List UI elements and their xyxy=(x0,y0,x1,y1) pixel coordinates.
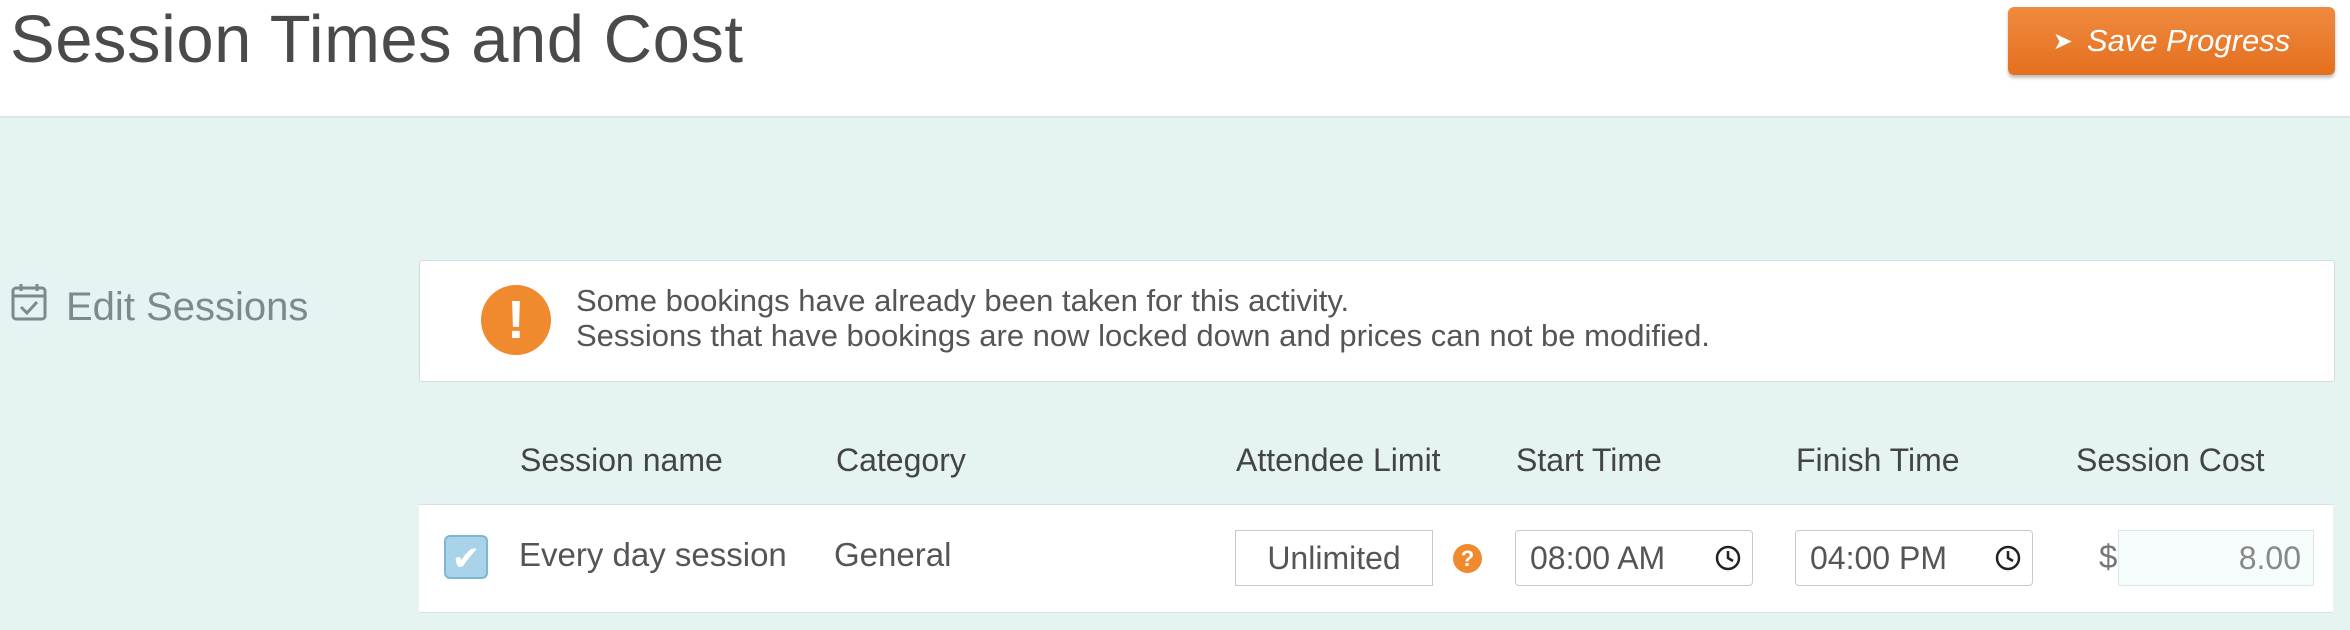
session-checkbox[interactable]: ✔ xyxy=(444,535,488,579)
column-header-finish-time: Finish Time xyxy=(1796,442,1960,478)
save-progress-button[interactable]: ➤ Save Progress xyxy=(2008,7,2335,75)
notice-line-2: Sessions that have bookings are now lock… xyxy=(576,318,1710,353)
column-header-start-time: Start Time xyxy=(1516,442,1662,478)
session-cost-field: 8.00 xyxy=(2118,530,2314,586)
column-header-category: Category xyxy=(836,442,966,478)
checkmark-icon: ✔ xyxy=(451,540,481,578)
bookings-notice: ! Some bookings have already been taken … xyxy=(419,260,2335,382)
session-category: General xyxy=(834,536,952,573)
clock-icon[interactable] xyxy=(1995,545,2021,571)
calendar-check-icon xyxy=(10,282,48,332)
page-header: Session Times and Cost ➤ Save Progress xyxy=(0,0,2350,118)
save-progress-label: Save Progress xyxy=(2086,23,2291,58)
column-header-attendee-limit: Attendee Limit xyxy=(1236,442,1441,478)
currency-symbol: $ xyxy=(2099,538,2118,575)
start-time-value: 08:00 AM xyxy=(1530,540,1666,576)
help-icon[interactable]: ? xyxy=(1453,544,1482,573)
clock-icon[interactable] xyxy=(1715,545,1741,571)
notice-line-1: Some bookings have already been taken fo… xyxy=(576,283,1350,318)
column-header-session-name: Session name xyxy=(520,442,723,478)
page-title: Session Times and Cost xyxy=(10,2,744,77)
column-header-session-cost: Session Cost xyxy=(2076,442,2265,478)
session-name: Every day session xyxy=(519,536,787,573)
finish-time-value: 04:00 PM xyxy=(1810,540,1947,576)
attendee-limit-field[interactable]: Unlimited xyxy=(1235,530,1433,586)
section-heading: Edit Sessions xyxy=(10,282,308,332)
section-label: Edit Sessions xyxy=(66,284,309,329)
arrow-right-icon: ➤ xyxy=(2052,27,2073,55)
exclamation-icon: ! xyxy=(481,285,551,355)
